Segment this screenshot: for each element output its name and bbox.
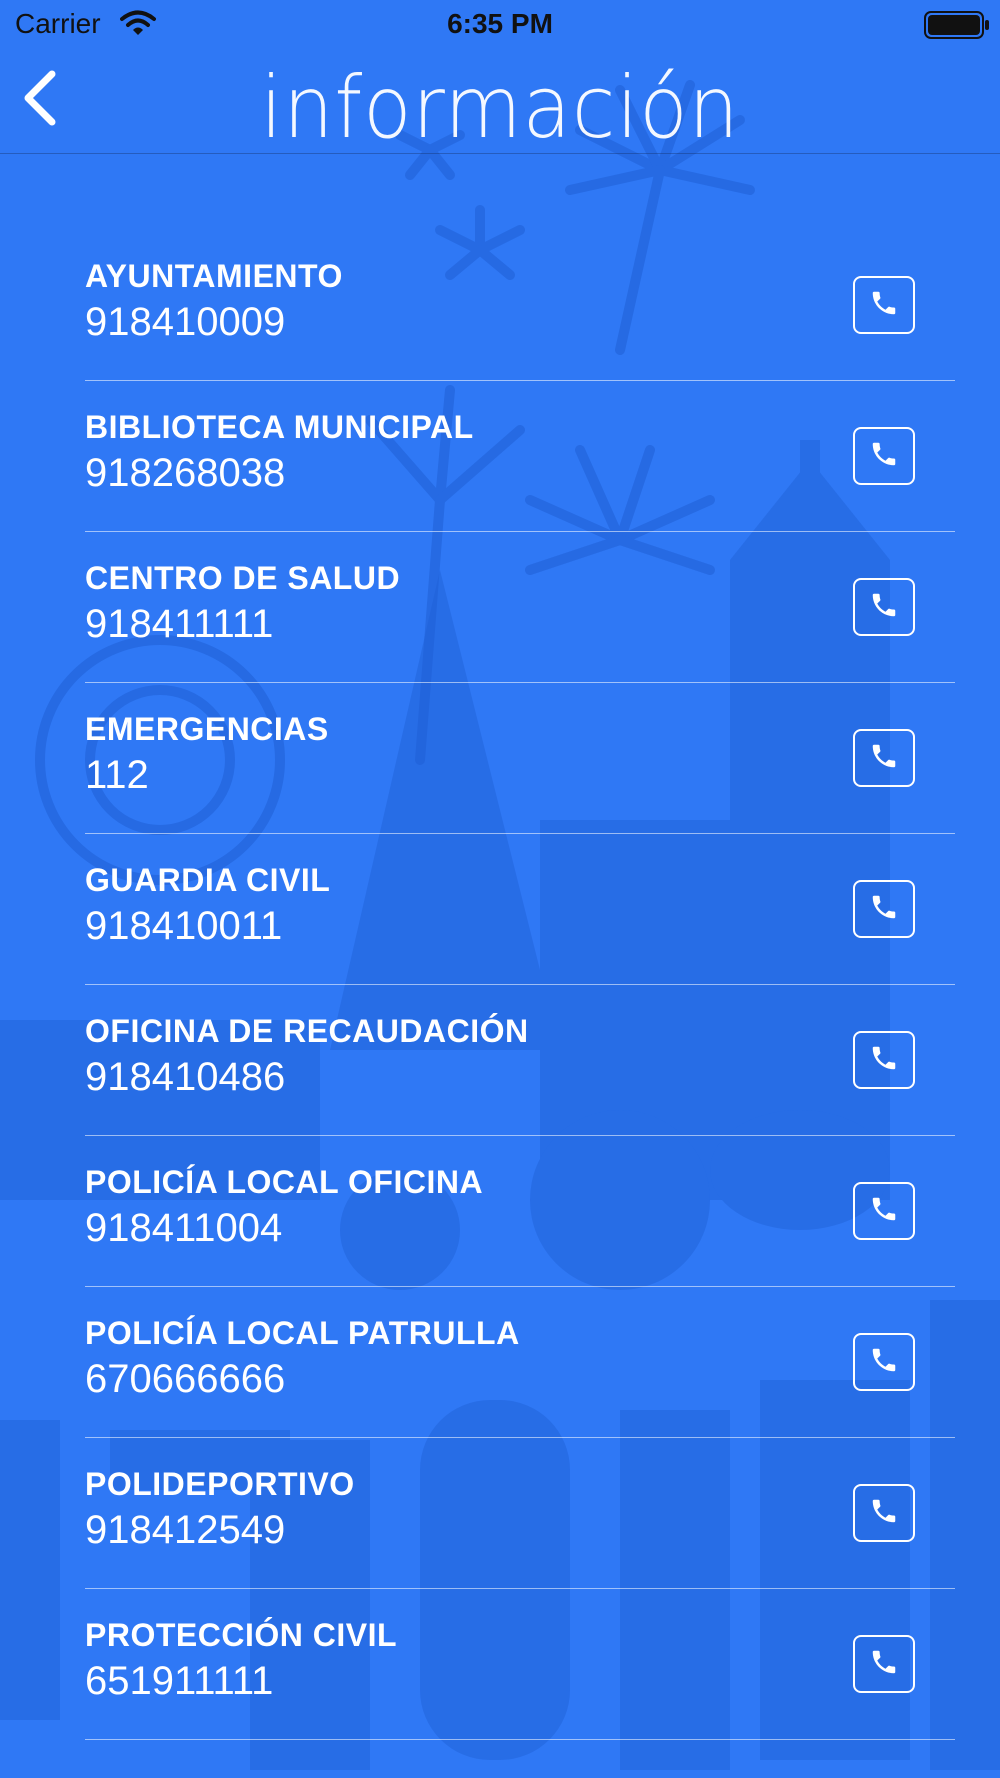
contact-number: 918410009 [85, 300, 286, 344]
navigation-bar: información [0, 50, 1000, 158]
call-button[interactable] [853, 1333, 915, 1391]
phone-icon [869, 1647, 899, 1682]
phone-icon [869, 1194, 899, 1229]
call-button[interactable] [853, 1484, 915, 1542]
contact-row: EMERGENCIAS 112 [85, 683, 955, 834]
phone-icon [869, 439, 899, 474]
phone-icon [869, 741, 899, 776]
phone-icon [869, 892, 899, 927]
phone-icon [869, 590, 899, 625]
contact-name: GUARDIA CIVIL [85, 862, 331, 898]
contact-row: AYUNTAMIENTO 918410009 [85, 230, 955, 381]
status-time: 6:35 PM [447, 8, 553, 39]
contact-name: PROTECCIÓN CIVIL [85, 1617, 398, 1653]
contact-number: 918411111 [85, 602, 274, 646]
contact-row: POLICÍA LOCAL PATRULLA 670666666 [85, 1287, 955, 1438]
call-button[interactable] [853, 427, 915, 485]
contact-row: POLICÍA LOCAL OFICINA 918411004 [85, 1136, 955, 1287]
contact-name: AYUNTAMIENTO [85, 258, 343, 294]
contact-name: EMERGENCIAS [85, 711, 329, 747]
contact-number: 918412549 [85, 1508, 286, 1552]
status-bar: Carrier 6:35 PM [0, 0, 1000, 50]
contact-row: PROTECCIÓN CIVIL 651911111 [85, 1589, 955, 1740]
call-button[interactable] [853, 578, 915, 636]
contact-row: POLIDEPORTIVO 918412549 [85, 1438, 955, 1589]
contact-row: BIBLIOTECA MUNICIPAL 918268038 [85, 381, 955, 532]
contact-list: AYUNTAMIENTO 918410009 BIBLIOTECA MUNICI… [85, 250, 955, 1740]
phone-icon [869, 1043, 899, 1078]
contact-row: CENTRO DE SALUD 918411111 [85, 532, 955, 683]
call-button[interactable] [853, 1182, 915, 1240]
call-button[interactable] [853, 1635, 915, 1693]
contact-name: CENTRO DE SALUD [85, 560, 401, 596]
call-button[interactable] [853, 1031, 915, 1089]
contact-name: POLIDEPORTIVO [85, 1466, 355, 1502]
phone-icon [869, 1496, 899, 1531]
phone-icon [869, 288, 899, 323]
contact-name: OFICINA DE RECAUDACIÓN [85, 1013, 529, 1049]
contact-number: 918411004 [85, 1206, 283, 1250]
page-title: información [260, 58, 740, 158]
contact-number: 651911111 [85, 1659, 274, 1703]
call-button[interactable] [853, 276, 915, 334]
contact-number: 918410011 [85, 904, 283, 948]
battery-icon [924, 10, 990, 45]
contact-name: BIBLIOTECA MUNICIPAL [85, 409, 474, 445]
contact-name: POLICÍA LOCAL PATRULLA [85, 1315, 520, 1351]
call-button[interactable] [853, 729, 915, 787]
contact-number: 918410486 [85, 1055, 286, 1099]
contact-number: 112 [85, 753, 149, 797]
call-button[interactable] [853, 880, 915, 938]
phone-icon [869, 1345, 899, 1380]
contact-row: OFICINA DE RECAUDACIÓN 918410486 [85, 985, 955, 1136]
contact-row: GUARDIA CIVIL 918410011 [85, 834, 955, 985]
contact-name: POLICÍA LOCAL OFICINA [85, 1164, 484, 1200]
contact-number: 918268038 [85, 451, 286, 495]
contact-number: 670666666 [85, 1357, 286, 1401]
